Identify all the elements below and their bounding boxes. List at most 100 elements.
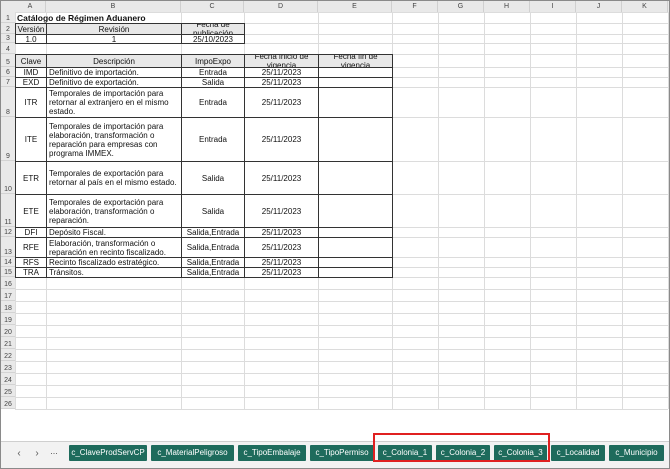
row-header-11[interactable]: 11 xyxy=(1,194,15,227)
impoexpo-header[interactable]: ImpoExpo xyxy=(181,54,245,68)
gridline xyxy=(15,301,668,302)
row-header-15[interactable]: 15 xyxy=(1,267,15,277)
clave-cell[interactable]: ITR xyxy=(15,87,47,118)
start-date-cell[interactable]: 25/11/2023 xyxy=(244,194,319,228)
impoexpo-cell[interactable]: Entrada xyxy=(181,87,245,118)
row-header-19[interactable]: 19 xyxy=(1,313,15,325)
column-header-b[interactable]: B xyxy=(46,1,181,12)
column-header-h[interactable]: H xyxy=(484,1,530,12)
description-header[interactable]: Descripción xyxy=(46,54,182,68)
column-header-j[interactable]: J xyxy=(576,1,622,12)
column-header-d[interactable]: D xyxy=(244,1,318,12)
tab-c-municipio[interactable]: c_Municipio xyxy=(609,445,664,461)
description-cell[interactable]: Temporales de importación para retornar … xyxy=(46,87,182,118)
gridline xyxy=(15,397,668,398)
row-header-26[interactable]: 26 xyxy=(1,397,15,409)
column-header-e[interactable]: E xyxy=(318,1,392,12)
description-cell[interactable]: Temporales de importación para elaboraci… xyxy=(46,117,182,162)
end-date-cell[interactable] xyxy=(318,237,393,258)
clave-cell[interactable]: RFE xyxy=(15,237,47,258)
highlight-box xyxy=(373,433,550,462)
more-tabs-button[interactable]: ... xyxy=(48,446,60,456)
end-date-cell[interactable] xyxy=(318,161,393,195)
sheet-tab-bar: ‹ › ... c_ClaveProdServCP c_MaterialPeli… xyxy=(1,441,669,468)
row-header-6[interactable]: 6 xyxy=(1,67,15,77)
row-header-1[interactable]: 1 xyxy=(1,12,15,23)
start-date-cell[interactable]: 25/11/2023 xyxy=(244,161,319,195)
version-value[interactable]: 1.0 xyxy=(15,34,47,44)
clave-header[interactable]: Clave xyxy=(15,54,47,68)
row-header-22[interactable]: 22 xyxy=(1,349,15,361)
row-header-bar: 1 2 3 4 5 6 7 8 9 10 11 12 13 14 15 16 17 18 19 20 21 22 23 24 2… xyxy=(1,12,16,409)
column-header-c[interactable]: C xyxy=(181,1,244,12)
row-header-13[interactable]: 13 xyxy=(1,237,15,257)
gridline xyxy=(15,289,668,290)
start-date-cell[interactable]: 25/11/2023 xyxy=(244,237,319,258)
row-header-9[interactable]: 9 xyxy=(1,117,15,161)
tab-scroll-right-icon[interactable]: › xyxy=(31,448,43,459)
spreadsheet-window: ABCDEFGHIJK 1 2 3 4 5 6 7 8 9 10 11 12 13 14 15 16 17 18 1… xyxy=(0,0,670,469)
gridline xyxy=(15,409,668,410)
row-header-7[interactable]: 7 xyxy=(1,77,15,87)
row-header-20[interactable]: 20 xyxy=(1,325,15,337)
row-header-14[interactable]: 14 xyxy=(1,257,15,267)
gridline xyxy=(15,313,668,314)
row-header-10[interactable]: 10 xyxy=(1,161,15,194)
gridline xyxy=(15,325,668,326)
gridline xyxy=(15,349,668,350)
tab-c-tipoembalaje[interactable]: c_TipoEmbalaje xyxy=(238,445,306,461)
start-date-cell[interactable]: 25/11/2023 xyxy=(244,267,319,278)
row-header-17[interactable]: 17 xyxy=(1,289,15,301)
gridline xyxy=(15,385,668,386)
column-header-f[interactable]: F xyxy=(392,1,438,12)
end-date-cell[interactable] xyxy=(318,87,393,118)
description-cell[interactable]: Elaboración, transformación o reparación… xyxy=(46,237,182,258)
revision-value[interactable]: 1 xyxy=(46,34,182,44)
row-header-5[interactable]: 5 xyxy=(1,54,15,67)
tab-scroll-left-icon[interactable]: ‹ xyxy=(13,448,25,459)
column-header-g[interactable]: G xyxy=(438,1,484,12)
tab-c-materialpeligroso[interactable]: c_MaterialPeligroso xyxy=(151,445,234,461)
row-header-18[interactable]: 18 xyxy=(1,301,15,313)
end-date-cell[interactable] xyxy=(318,194,393,228)
clave-cell[interactable]: ITE xyxy=(15,117,47,162)
row-header-23[interactable]: 23 xyxy=(1,361,15,373)
description-cell[interactable]: Temporales de exportación para retornar … xyxy=(46,161,182,195)
description-cell[interactable]: Temporales de exportación para elaboraci… xyxy=(46,194,182,228)
sheet-title: Catálogo de Régimen Aduanero xyxy=(17,13,146,23)
publication-date-value[interactable]: 25/10/2023 xyxy=(181,34,245,44)
tab-c-claveprodservcp[interactable]: c_ClaveProdServCP xyxy=(69,445,147,461)
column-header-i[interactable]: I xyxy=(530,1,576,12)
impoexpo-cell[interactable]: Salida,Entrada xyxy=(181,267,245,278)
end-date-cell[interactable] xyxy=(318,267,393,278)
tab-c-localidad[interactable]: c_Localidad xyxy=(551,445,605,461)
description-cell[interactable]: Tránsitos. xyxy=(46,267,182,278)
clave-cell[interactable]: ETR xyxy=(15,161,47,195)
clave-cell[interactable]: ETE xyxy=(15,194,47,228)
gridline xyxy=(15,361,668,362)
column-header-k[interactable]: K xyxy=(622,1,668,12)
tab-c-tipopermiso[interactable]: c_TipoPermiso xyxy=(310,445,374,461)
row-header-3[interactable]: 3 xyxy=(1,34,15,43)
impoexpo-cell[interactable]: Entrada xyxy=(181,117,245,162)
row-header-16[interactable]: 16 xyxy=(1,277,15,289)
start-date-cell[interactable]: 25/11/2023 xyxy=(244,117,319,162)
column-header-a[interactable]: A xyxy=(15,1,46,12)
impoexpo-cell[interactable]: Salida xyxy=(181,161,245,195)
gridline xyxy=(15,337,668,338)
gridline xyxy=(15,373,668,374)
row-header-24[interactable]: 24 xyxy=(1,373,15,385)
row-header-8[interactable]: 8 xyxy=(1,87,15,117)
impoexpo-cell[interactable]: Salida,Entrada xyxy=(181,237,245,258)
row-header-2[interactable]: 2 xyxy=(1,23,15,34)
impoexpo-cell[interactable]: Salida xyxy=(181,194,245,228)
clave-cell[interactable]: TRA xyxy=(15,267,47,278)
row-header-12[interactable]: 12 xyxy=(1,227,15,237)
start-date-header[interactable]: Fecha inicio de vigencia xyxy=(244,54,319,68)
row-header-4[interactable]: 4 xyxy=(1,43,15,54)
row-header-25[interactable]: 25 xyxy=(1,385,15,397)
row-header-21[interactable]: 21 xyxy=(1,337,15,349)
end-date-header[interactable]: Fecha fin de vigencia xyxy=(318,54,393,68)
start-date-cell[interactable]: 25/11/2023 xyxy=(244,87,319,118)
end-date-cell[interactable] xyxy=(318,117,393,162)
